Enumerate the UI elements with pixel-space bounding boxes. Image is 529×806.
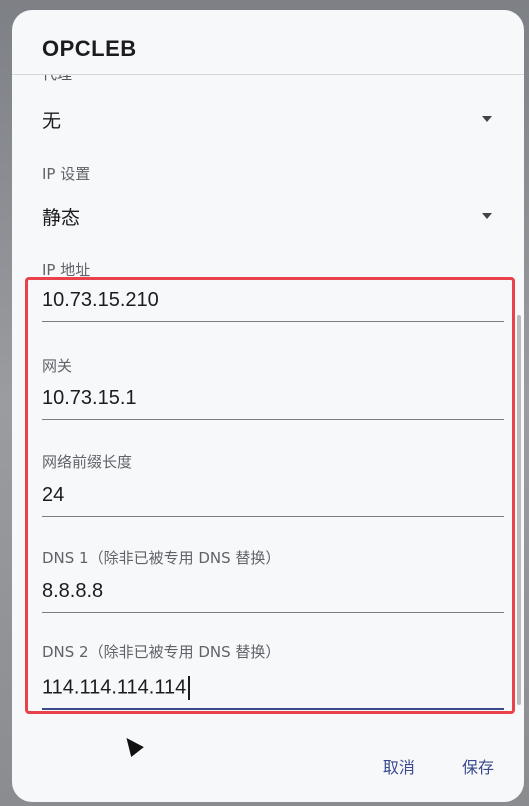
cancel-button[interactable]: 取消 [383, 754, 415, 778]
proxy-label: 代理 [42, 75, 72, 84]
wifi-config-dialog: OPCLEB 代理 无 IP 设置 静态 IP 地址 10.73.15.210 … [12, 10, 524, 802]
dropdown-caret-icon [482, 116, 492, 122]
dns1-label: DNS 1（除非已被专用 DNS 替换） [42, 549, 281, 567]
dns2-value-wrap: 114.114.114.114 [42, 676, 191, 700]
ip-address-value: 10.73.15.210 [42, 289, 159, 311]
proxy-select[interactable]: 无 [42, 102, 492, 136]
ip-settings-value: 静态 [42, 207, 81, 229]
gateway-label: 网关 [42, 357, 73, 375]
dialog-title: OPCLEB [42, 36, 137, 61]
dropdown-caret-icon [482, 213, 492, 219]
dns2-field[interactable]: 114.114.114.114 [42, 672, 504, 710]
dialog-scroll-area[interactable]: 代理 无 IP 设置 静态 IP 地址 10.73.15.210 网关 10.7… [12, 75, 524, 725]
gateway-value: 10.73.15.1 [42, 387, 137, 409]
dns1-value: 8.8.8.8 [42, 580, 104, 602]
save-button[interactable]: 保存 [462, 754, 494, 778]
prefix-length-field[interactable]: 24 [42, 480, 504, 517]
gateway-field[interactable]: 10.73.15.1 [42, 383, 504, 420]
prefix-length-label: 网络前缀长度 [42, 453, 133, 471]
dns2-value: 114.114.114.114 [42, 676, 187, 699]
text-cursor [188, 676, 191, 700]
ip-address-label: IP 地址 [42, 261, 91, 279]
dns1-field[interactable]: 8.8.8.8 [42, 576, 504, 613]
ip-settings-label: IP 设置 [42, 165, 91, 183]
proxy-value: 无 [42, 110, 62, 132]
dns2-label: DNS 2（除非已被专用 DNS 替换） [42, 643, 281, 661]
dialog-actions: 取消 保存 [341, 754, 494, 784]
scrollbar[interactable] [517, 315, 521, 705]
prefix-length-value: 24 [42, 484, 65, 506]
ip-settings-select[interactable]: 静态 [42, 199, 492, 233]
ip-address-field[interactable]: 10.73.15.210 [42, 285, 504, 322]
